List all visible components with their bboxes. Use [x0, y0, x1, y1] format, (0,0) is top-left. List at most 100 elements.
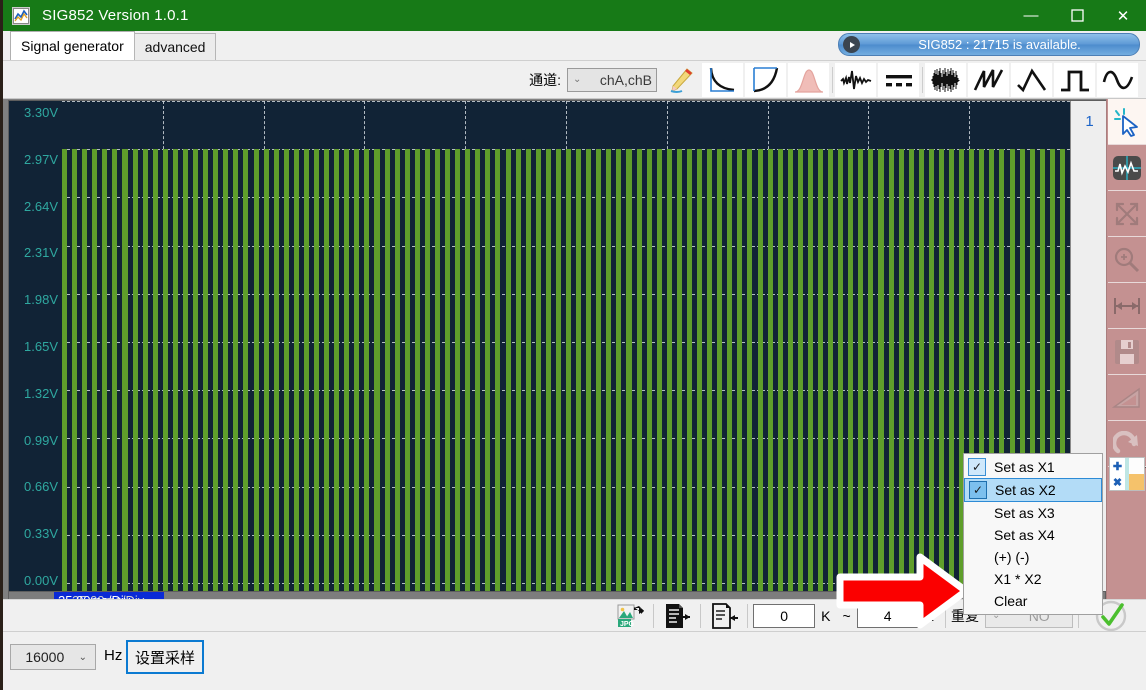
waveform-pulse [838, 149, 844, 591]
waveform-pulse [404, 149, 410, 591]
menu-item-label: Set as X4 [994, 527, 1055, 543]
waveform-pulse [626, 149, 632, 591]
zoom-in-magnifier-icon[interactable] [1107, 237, 1146, 283]
waveform-pulse [283, 149, 289, 591]
waveform-pulse [918, 149, 924, 591]
save-floppy-icon[interactable] [1107, 329, 1146, 375]
waveform-pulse [757, 149, 763, 591]
check-icon [968, 570, 986, 588]
export-data-icon[interactable] [661, 601, 695, 631]
ruler-triangle-icon[interactable] [1107, 375, 1146, 421]
waveform-pulse [606, 149, 612, 591]
control-separator [945, 603, 946, 628]
waveform-pulse [807, 149, 813, 591]
play-circle-icon [843, 36, 860, 53]
waveform-toolbar: 通道: ⌄ chA,chB [0, 61, 1146, 99]
waveform-pulse [566, 149, 572, 591]
gaussian-wave-icon[interactable] [788, 62, 829, 97]
tab-advanced[interactable]: advanced [133, 33, 217, 60]
waveform-pulse [697, 149, 703, 591]
waveform-canvas[interactable] [62, 101, 1070, 591]
waveform-pulse [797, 149, 803, 591]
triangle-wave-icon[interactable] [1011, 62, 1052, 97]
menu-item-set-as-x4[interactable]: Set as X4 [964, 524, 1102, 546]
title-bar: SIG852 Version 1.0.1 — ✕ [0, 0, 1146, 31]
waveform-pulse [112, 149, 118, 591]
waveform-pulse [646, 149, 652, 591]
import-data-icon[interactable] [708, 601, 742, 631]
sample-rate-select[interactable]: 16000 ⌄ [10, 644, 96, 670]
waveform-pulse [354, 149, 360, 591]
menu-item-label: (+) (-) [994, 549, 1030, 565]
waveform-pulse [82, 149, 88, 591]
svg-text:JPG: JPG [620, 621, 635, 628]
set-sampling-button[interactable]: 设置采样 [126, 640, 204, 674]
menu-item-label: Set as X2 [995, 482, 1056, 498]
sawtooth-wave-icon[interactable] [968, 62, 1009, 97]
waveform-trace-cha [62, 149, 1070, 591]
waveform-pulse [434, 149, 440, 591]
range-end-input[interactable]: 4 [856, 603, 919, 628]
waveform-pulse [203, 149, 209, 591]
menu-item-set-as-x1[interactable]: ✓ Set as X1 [964, 456, 1102, 478]
pencil-edit-icon[interactable] [659, 63, 700, 97]
menu-item-x1-times-x2[interactable]: X1 * X2 [964, 568, 1102, 590]
update-available-banner[interactable]: SIG852 : 21715 is available. [838, 33, 1140, 56]
y-axis-tick-label: 1.32V [24, 385, 58, 401]
waveform-pulse [445, 149, 451, 591]
menu-item-plus-minus[interactable]: (+) (-) [964, 546, 1102, 568]
square-wave-icon[interactable] [1054, 62, 1095, 97]
range-separator: ~ [842, 607, 851, 624]
exp-rise-wave-icon[interactable] [745, 62, 786, 97]
exp-decay-wave-icon[interactable] [702, 62, 743, 97]
plus-minus-stepper[interactable]: ✚ ✖ [1109, 457, 1145, 491]
expand-arrows-icon[interactable] [1107, 191, 1146, 237]
menu-item-set-as-x2[interactable]: ✓ Set as X2 [964, 478, 1102, 502]
menu-item-set-as-x3[interactable]: Set as X3 [964, 502, 1102, 524]
tab-signal-generator[interactable]: Signal generator [10, 31, 135, 60]
menu-item-clear[interactable]: Clear [964, 590, 1102, 612]
close-button[interactable]: ✕ [1100, 0, 1146, 31]
export-jpg-icon[interactable]: JPG [614, 601, 648, 631]
waveform-pulse [314, 149, 320, 591]
times-icon[interactable]: ✖ [1110, 474, 1125, 490]
check-icon: ✓ [969, 481, 987, 499]
waveform-pulse [505, 149, 511, 591]
stepper-value-column [1129, 458, 1144, 490]
waveform-pulse [535, 149, 541, 591]
waveform-screen-icon[interactable] [1107, 145, 1146, 191]
sine-wave-icon[interactable] [1097, 62, 1138, 97]
waveform-pulse [475, 149, 481, 591]
pulse-train-wave-icon[interactable] [878, 62, 919, 97]
minimize-button[interactable]: — [1008, 0, 1054, 31]
y-axis-tick-label: 1.65V [24, 339, 58, 354]
plus-icon[interactable]: ✚ [1110, 458, 1125, 474]
y-axis-tick-label: 0.66V [24, 479, 58, 495]
range-start-input[interactable]: 0 [753, 603, 816, 628]
waveform-pulse [898, 149, 904, 591]
waveform-pulse [132, 149, 138, 591]
waveform-pulse [818, 149, 824, 591]
waveform-pulse [747, 149, 753, 591]
horizontal-measure-icon[interactable] [1107, 283, 1146, 329]
channel-select[interactable]: ⌄ chA,chB [567, 67, 657, 92]
app-icon [12, 6, 30, 25]
cursor-assign-context-menu[interactable]: ✓ Set as X1 ✓ Set as X2 Set as X3 Set as… [963, 453, 1103, 615]
waveform-pulse [233, 149, 239, 591]
waveform-pulse [616, 149, 622, 591]
grid-line-horizontal [62, 101, 1070, 102]
cursor-pointer-icon[interactable] [1107, 99, 1146, 145]
noise-burst-wave-icon[interactable] [925, 62, 966, 97]
waveform-pulse [515, 149, 521, 591]
y-axis-tick-label: 2.97V [24, 151, 58, 167]
waveform-pulse [727, 149, 733, 591]
menu-item-label: Set as X1 [994, 459, 1055, 475]
waveform-pulse [414, 149, 420, 591]
maximize-button[interactable] [1054, 0, 1100, 31]
check-icon [968, 526, 986, 544]
waveform-pulse [424, 149, 430, 591]
waveform-pulse [888, 149, 894, 591]
noise-spike-wave-icon[interactable] [835, 62, 876, 97]
y-axis-tick-label: 0.99V [24, 432, 58, 448]
range-end-unit: K [924, 607, 934, 624]
